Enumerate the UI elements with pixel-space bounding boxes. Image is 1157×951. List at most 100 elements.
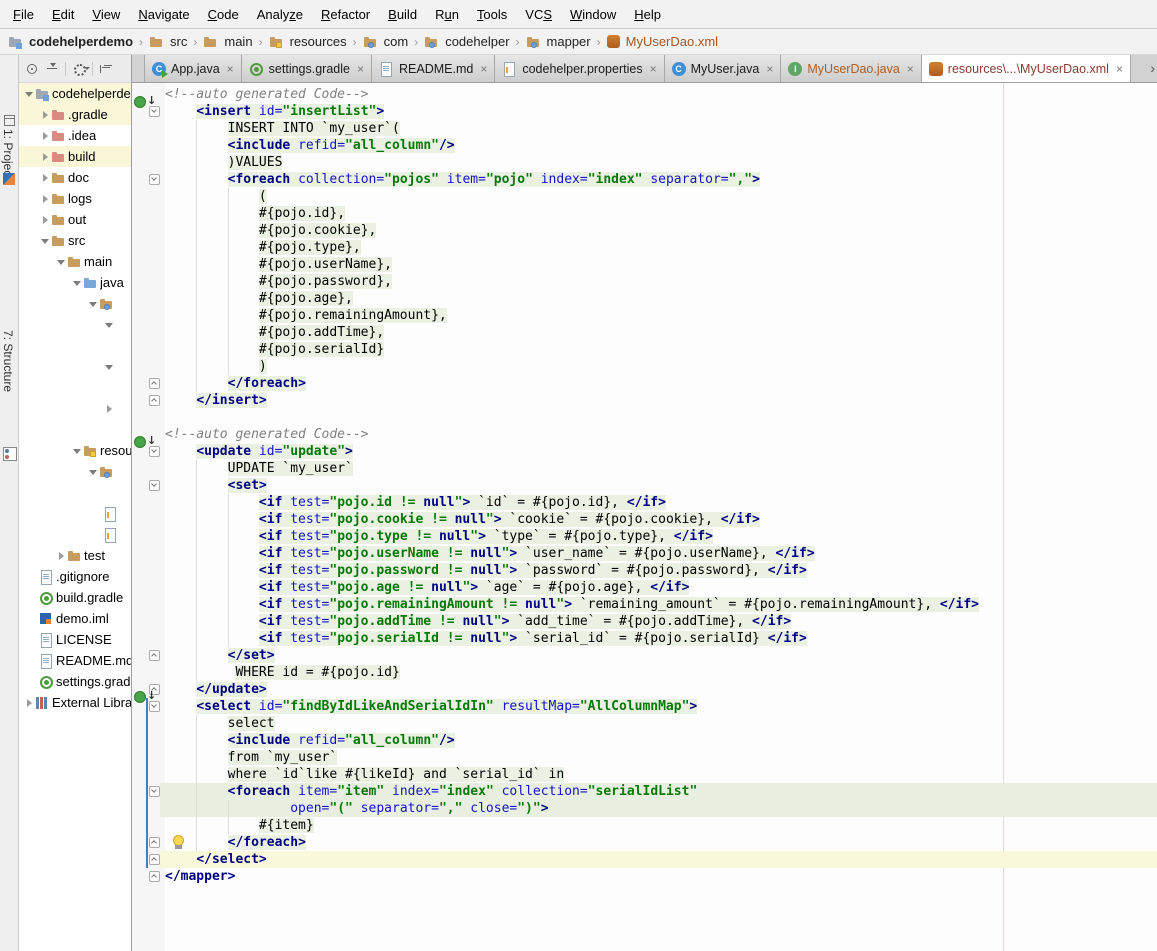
chevron-right-icon[interactable] — [39, 151, 51, 163]
menu-item-help[interactable]: Help — [625, 3, 670, 26]
code-line[interactable]: <if test="pojo.password != null"> `passw… — [165, 562, 807, 579]
tree-item-item[interactable] — [19, 314, 131, 335]
code-line[interactable]: INSERT INTO `my_user`( — [165, 120, 400, 137]
intention-bulb-icon[interactable] — [172, 835, 185, 850]
chevron-down-icon[interactable] — [23, 88, 35, 100]
breadcrumb-item-codehelper[interactable]: codehelper — [422, 34, 511, 49]
code-line[interactable]: <include refid="all_column"/> — [165, 137, 455, 154]
breadcrumb-item-mapper[interactable]: mapper — [524, 34, 593, 49]
code-line[interactable]: <select id="findByIdLikeAndSerialIdIn" r… — [165, 698, 697, 715]
code-line[interactable]: UPDATE `my_user` — [165, 460, 353, 477]
locate-icon[interactable] — [25, 62, 39, 76]
tab-close-icon[interactable]: × — [766, 62, 773, 76]
code-line[interactable]: open="(" separator="," close=")"> — [165, 800, 549, 817]
code-line[interactable]: )VALUES — [165, 154, 282, 171]
tree-item-item[interactable] — [19, 524, 131, 545]
tree-item-build-gradle[interactable]: build.gradle — [19, 587, 131, 608]
code-line[interactable]: <if test="pojo.remainingAmount != null">… — [165, 596, 979, 613]
tree-item-resources[interactable]: resources — [19, 440, 131, 461]
code-line[interactable]: </set> — [165, 647, 275, 664]
chevron-down-icon[interactable] — [103, 361, 115, 373]
vcs-change-marker[interactable] — [146, 698, 148, 868]
menu-item-build[interactable]: Build — [379, 3, 426, 26]
collapse-icon[interactable] — [45, 62, 59, 76]
tree-item-external-libraries[interactable]: External Libraries — [19, 692, 131, 713]
menu-item-window[interactable]: Window — [561, 3, 625, 26]
code-line[interactable]: #{pojo.password}, — [165, 273, 392, 290]
chevron-right-icon[interactable] — [39, 214, 51, 226]
menu-item-run[interactable]: Run — [426, 3, 468, 26]
tree-item-item[interactable] — [19, 482, 131, 503]
tree-item-item[interactable] — [19, 461, 131, 482]
chevron-right-icon[interactable] — [23, 697, 35, 709]
code-line[interactable]: </update> — [165, 681, 267, 698]
tab-close-icon[interactable]: × — [907, 62, 914, 76]
tab-close-icon[interactable]: × — [650, 62, 657, 76]
code-line[interactable]: #{item} — [165, 817, 314, 834]
tree-item-doc[interactable]: doc — [19, 167, 131, 188]
chevron-down-icon[interactable] — [87, 466, 99, 478]
code-line[interactable]: <!--auto generated Code--> — [165, 86, 369, 103]
code-line[interactable]: <foreach collection="pojos" item="pojo" … — [165, 171, 760, 188]
chevron-right-icon[interactable] — [39, 172, 51, 184]
fold-end-icon[interactable] — [149, 854, 160, 865]
code-line[interactable]: <if test="pojo.cookie != null"> `cookie`… — [165, 511, 760, 528]
tab-myuser-java[interactable]: CMyUser.java× — [665, 55, 782, 82]
tree-item-item[interactable] — [19, 503, 131, 524]
chevron-down-icon[interactable] — [71, 445, 83, 457]
tree-item-gradle[interactable]: .gradle — [19, 104, 131, 125]
mybatis-nav-icon[interactable] — [134, 436, 158, 448]
fold-end-icon[interactable] — [149, 871, 160, 882]
tree-item-readme-md[interactable]: README.md — [19, 650, 131, 671]
breadcrumb-item-myuserdao-xml[interactable]: MyUserDao.xml — [605, 34, 720, 49]
tree-item-gitignore[interactable]: .gitignore — [19, 566, 131, 587]
tab-settings-gradle[interactable]: settings.gradle× — [242, 55, 372, 82]
code-line[interactable]: #{pojo.remainingAmount}, — [165, 307, 447, 324]
tab-overflow-icon[interactable]: › — [1150, 60, 1155, 76]
menu-item-navigate[interactable]: Navigate — [129, 3, 198, 26]
chevron-right-icon[interactable] — [39, 130, 51, 142]
chevron-down-icon[interactable] — [87, 298, 99, 310]
tool-button-structure[interactable]: 7: Structure — [1, 330, 15, 392]
code-line[interactable]: #{pojo.addTime}, — [165, 324, 384, 341]
code-line[interactable]: </foreach> — [165, 834, 306, 851]
code-line[interactable]: <insert id="insertList"> — [165, 103, 384, 120]
code-line[interactable]: <if test="pojo.userName != null"> `user_… — [165, 545, 815, 562]
code-line[interactable]: #{pojo.serialId} — [165, 341, 384, 358]
gear-icon[interactable] — [72, 62, 86, 76]
code-line[interactable]: </select> — [165, 851, 267, 868]
code-line[interactable]: where `id`like #{likeId} and `serial_id`… — [165, 766, 564, 783]
code-line[interactable]: WHERE id = #{pojo.id} — [165, 664, 400, 681]
fold-collapse-icon[interactable] — [149, 480, 160, 491]
code-line[interactable]: #{pojo.age}, — [165, 290, 353, 307]
tree-item-build[interactable]: build — [19, 146, 131, 167]
fold-end-icon[interactable] — [149, 395, 160, 406]
code-line[interactable]: <include refid="all_column"/> — [165, 732, 455, 749]
breadcrumb-item-src[interactable]: src — [147, 34, 189, 49]
code-line[interactable]: <if test="pojo.age != null"> `age` = #{p… — [165, 579, 689, 596]
breadcrumb-item-codehelperdemo[interactable]: codehelperdemo — [6, 34, 135, 49]
code-line[interactable]: #{pojo.type}, — [165, 239, 361, 256]
fold-collapse-icon[interactable] — [149, 786, 160, 797]
tree-item-test[interactable]: test — [19, 545, 131, 566]
tree-item-src[interactable]: src — [19, 230, 131, 251]
chevron-right-icon[interactable] — [55, 550, 67, 562]
code-line[interactable]: <!--auto generated Code--> — [165, 426, 369, 443]
tab-close-icon[interactable]: × — [357, 62, 364, 76]
code-line[interactable]: </insert> — [165, 392, 267, 409]
tree-item-codehelperdemo[interactable]: codehelperdemo — [19, 83, 131, 104]
code-line[interactable]: <if test="pojo.id != null"> `id` = #{poj… — [165, 494, 666, 511]
code-line[interactable]: <if test="pojo.serialId != null"> `seria… — [165, 630, 807, 647]
tree-item-java[interactable]: java — [19, 272, 131, 293]
code-line[interactable]: </mapper> — [165, 868, 235, 885]
tree-item-item[interactable] — [19, 377, 131, 398]
code-line[interactable]: <if test="pojo.addTime != null"> `add_ti… — [165, 613, 791, 630]
breadcrumb-item-resources[interactable]: resources — [267, 34, 349, 49]
menu-item-analyze[interactable]: Analyze — [248, 3, 312, 26]
mybatis-nav-icon[interactable] — [134, 96, 158, 108]
chevron-right-icon[interactable] — [103, 403, 115, 415]
tool-button-favorites[interactable]: 2: Favorites — [0, 881, 3, 944]
code-line[interactable]: from `my_user` — [165, 749, 337, 766]
code-line[interactable]: select — [165, 715, 275, 732]
code-line[interactable]: <foreach item="item" index="index" colle… — [165, 783, 697, 800]
